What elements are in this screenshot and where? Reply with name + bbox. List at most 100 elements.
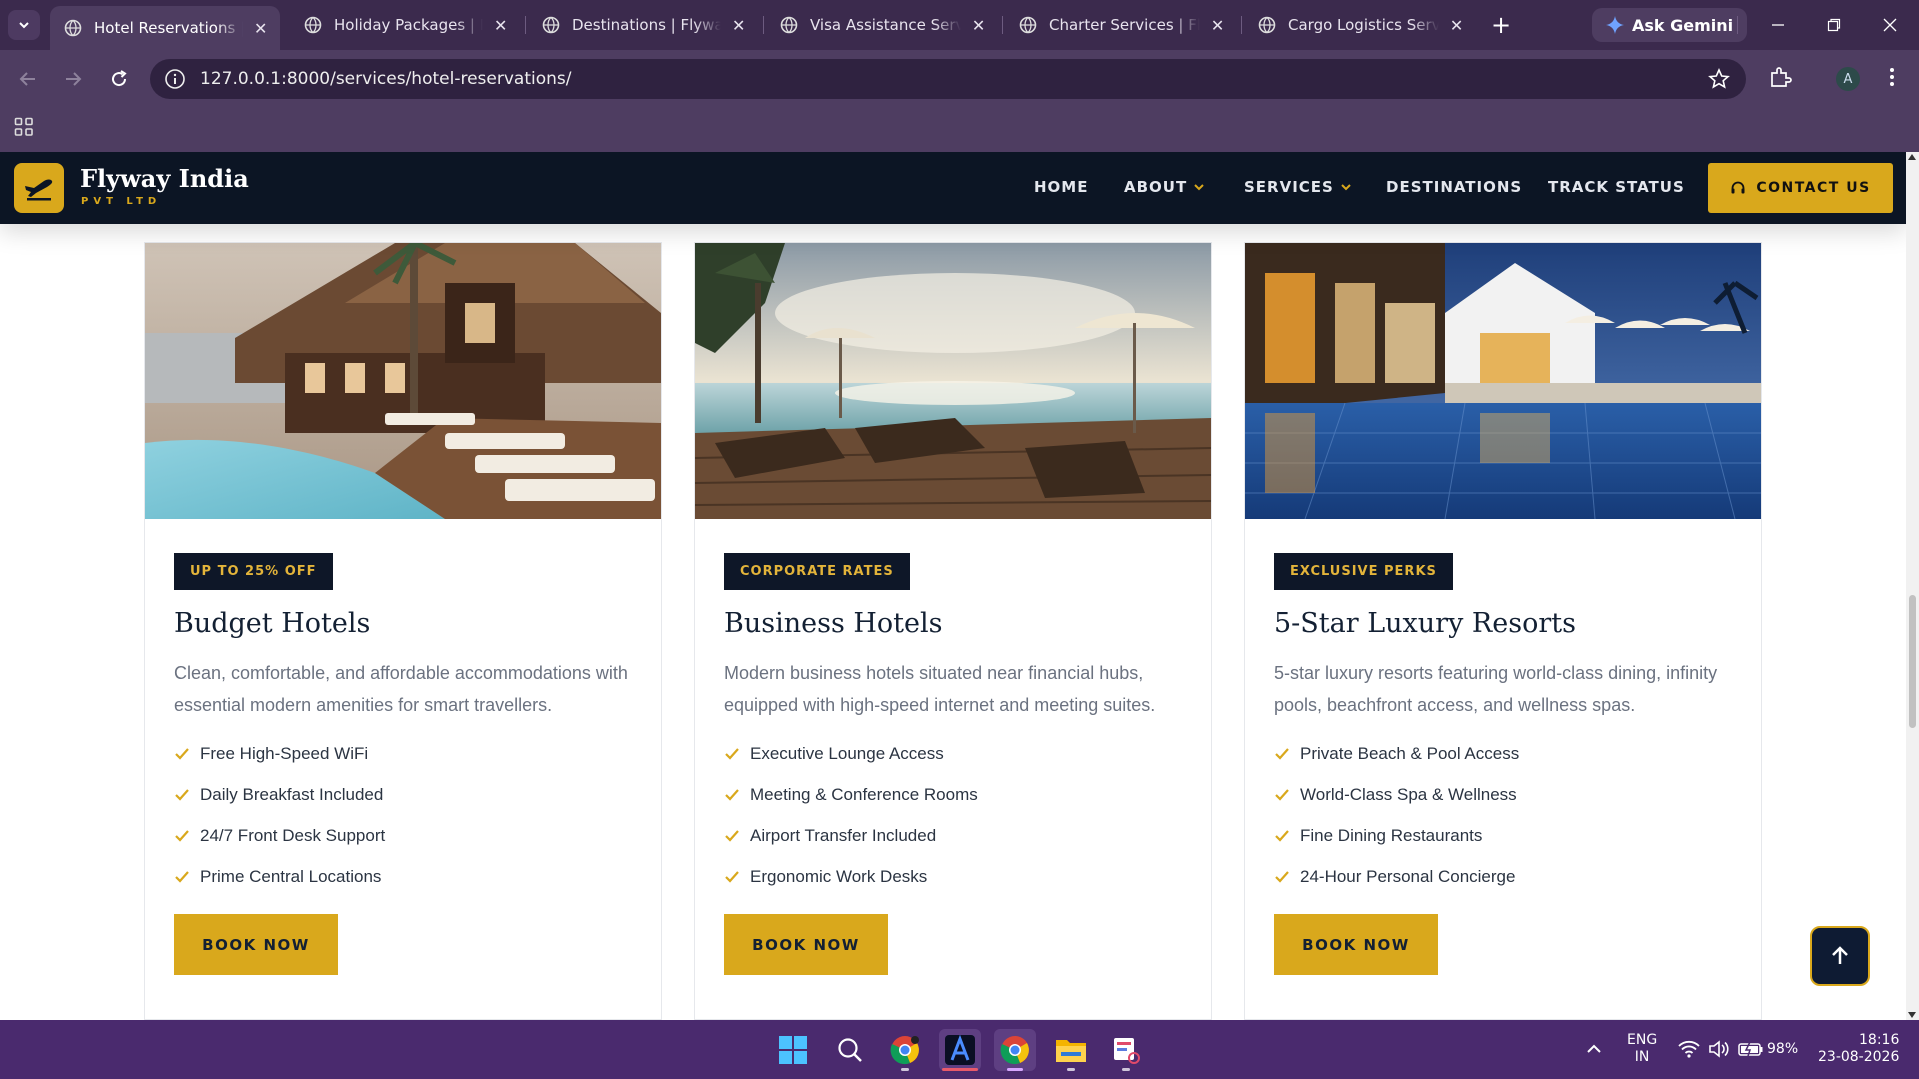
nav-destinations[interactable]: DESTINATIONS — [1386, 178, 1522, 196]
close-window-button[interactable] — [1870, 10, 1910, 40]
book-now-button[interactable]: BOOK NOW — [174, 914, 338, 975]
globe-icon — [542, 16, 560, 34]
tab-charter-services[interactable]: Charter Services | Flyway India ✕ — [1005, 6, 1237, 44]
feature-text: Ergonomic Work Desks — [750, 866, 928, 886]
close-tab-icon[interactable]: ✕ — [1208, 16, 1227, 35]
hotel-photo-resort-pool — [145, 243, 661, 519]
forward-button[interactable] — [57, 63, 89, 95]
brand-logo[interactable] — [14, 163, 64, 213]
scroll-to-top-button[interactable] — [1810, 926, 1870, 986]
taskbar-chrome-button[interactable] — [994, 1029, 1036, 1071]
book-now-button[interactable]: BOOK NOW — [1274, 914, 1438, 975]
hotel-card-budget: UP TO 25% OFF Budget Hotels Clean, comfo… — [144, 242, 662, 1020]
tab-destinations[interactable]: Destinations | Flyway India ✕ — [528, 6, 758, 44]
taskbar-search-button[interactable] — [829, 1029, 871, 1071]
checkmark-icon — [1275, 829, 1289, 842]
tab-cargo-logistics[interactable]: Cargo Logistics Services | Flyway India … — [1244, 6, 1476, 44]
scroll-thumb[interactable] — [1909, 595, 1916, 728]
close-tab-icon[interactable]: ✕ — [729, 16, 748, 35]
tab-hotel-reservations[interactable]: Hotel Reservations | Flyway India ✕ — [50, 6, 280, 50]
feature-text: Private Beach & Pool Access — [1300, 743, 1520, 763]
close-tab-icon[interactable]: ✕ — [251, 19, 270, 38]
ask-gemini-button[interactable]: Ask Gemini — [1592, 8, 1748, 42]
battery-percentage: 98% — [1767, 1041, 1799, 1057]
page-viewport: Flyway India PVT LTD HOME ABOUT SERVICES… — [0, 152, 1906, 1020]
checkmark-icon — [725, 870, 739, 883]
apps-grid-icon[interactable] — [14, 117, 34, 137]
nav-track-status[interactable]: TRACK STATUS — [1548, 178, 1685, 196]
checkmark-icon — [725, 829, 739, 842]
contact-us-button[interactable]: CONTACT US — [1708, 163, 1893, 213]
clock-date: 23-08-2026 — [1818, 1049, 1900, 1065]
offer-badge: UP TO 25% OFF — [174, 553, 333, 590]
tab-holiday-packages[interactable]: Holiday Packages | Flyway India ✕ — [290, 6, 520, 44]
scroll-down-arrow-icon[interactable] — [1908, 1012, 1916, 1018]
volume-icon[interactable] — [1708, 1040, 1730, 1058]
checkmark-icon — [1275, 870, 1289, 883]
globe-icon — [1258, 16, 1276, 34]
chrome-icon — [1000, 1036, 1029, 1065]
list-item: Prime Central Locations — [174, 856, 385, 897]
show-hidden-icons-chevron-icon[interactable] — [1586, 1042, 1602, 1056]
chevron-down-icon — [19, 22, 29, 29]
close-icon — [1883, 18, 1897, 32]
extensions-icon[interactable] — [1768, 65, 1792, 89]
checkmark-icon — [1275, 788, 1289, 801]
start-button[interactable] — [772, 1029, 814, 1071]
taskbar-file-explorer-button[interactable] — [1050, 1029, 1092, 1071]
scroll-up-arrow-icon[interactable] — [1908, 154, 1916, 160]
browser-toolbar: 127.0.0.1:8000/services/hotel-reservatio… — [0, 50, 1919, 108]
list-item: Executive Lounge Access — [724, 733, 978, 774]
nav-about[interactable]: ABOUT — [1124, 178, 1205, 196]
new-tab-button[interactable]: + — [1486, 10, 1516, 40]
feature-list: Free High-Speed WiFi Daily Breakfast Inc… — [174, 733, 385, 897]
profile-avatar[interactable]: A — [1836, 67, 1860, 91]
tab-title: Holiday Packages | Flyway India — [334, 16, 483, 34]
restore-icon — [1827, 18, 1841, 32]
tab-title: Cargo Logistics Services | Flyway India — [1288, 16, 1440, 34]
taskbar-chrome-profile-button[interactable] — [884, 1029, 926, 1071]
wifi-icon[interactable] — [1678, 1040, 1700, 1058]
nav-home[interactable]: HOME — [1034, 178, 1088, 196]
bookmark-star-icon[interactable] — [1708, 68, 1730, 90]
brand-name[interactable]: Flyway India — [80, 164, 249, 193]
running-indicator — [1067, 1068, 1075, 1071]
tab-search-button[interactable] — [8, 10, 40, 40]
system-clock[interactable]: 18:16 23-08-2026 — [1818, 1032, 1899, 1066]
close-tab-icon[interactable]: ✕ — [491, 16, 510, 35]
taskbar-editor-button[interactable] — [939, 1029, 981, 1071]
address-bar[interactable]: 127.0.0.1:8000/services/hotel-reservatio… — [150, 59, 1746, 99]
list-item: Free High-Speed WiFi — [174, 733, 385, 774]
hotel-card-business: CORPORATE RATES Business Hotels Modern b… — [694, 242, 1212, 1020]
taskbar-snipping-tool-button[interactable] — [1105, 1029, 1147, 1071]
tab-separator — [1002, 16, 1003, 34]
close-tab-icon[interactable]: ✕ — [1447, 16, 1466, 35]
tab-title: Charter Services | Flyway India — [1049, 16, 1201, 34]
chrome-icon — [890, 1036, 919, 1065]
more-menu-icon[interactable] — [1880, 65, 1904, 89]
gemini-sparkle-icon — [1606, 16, 1624, 34]
nav-services[interactable]: SERVICES — [1244, 178, 1352, 196]
feature-text: 24-Hour Personal Concierge — [1300, 866, 1516, 886]
tab-visa-assistance[interactable]: Visa Assistance Services | Flyway India … — [766, 6, 998, 44]
hotel-card-luxury: EXCLUSIVE PERKS 5-Star Luxury Resorts 5-… — [1244, 242, 1762, 1020]
list-item: 24-Hour Personal Concierge — [1274, 856, 1519, 897]
hotel-photo-sunset-deck — [695, 243, 1211, 519]
nav-destinations-label: DESTINATIONS — [1386, 178, 1523, 196]
globe-icon — [1019, 16, 1037, 34]
book-now-button[interactable]: BOOK NOW — [724, 914, 888, 975]
site-info-icon[interactable] — [164, 68, 186, 90]
tab-separator — [1241, 16, 1242, 34]
restore-window-button[interactable] — [1814, 10, 1854, 40]
folder-icon — [1056, 1040, 1086, 1062]
input-language-indicator[interactable]: ENG IN — [1627, 1032, 1657, 1066]
reload-button[interactable] — [103, 63, 135, 95]
list-item: Daily Breakfast Included — [174, 774, 385, 815]
battery-charging-icon[interactable] — [1738, 1041, 1764, 1057]
back-button[interactable] — [12, 63, 44, 95]
close-tab-icon[interactable]: ✕ — [969, 16, 988, 35]
minimize-window-button[interactable] — [1758, 10, 1798, 40]
feature-text: Meeting & Conference Rooms — [750, 784, 978, 804]
page-scrollbar[interactable] — [1906, 152, 1919, 1020]
snipping-tool-icon — [1114, 1038, 1140, 1064]
